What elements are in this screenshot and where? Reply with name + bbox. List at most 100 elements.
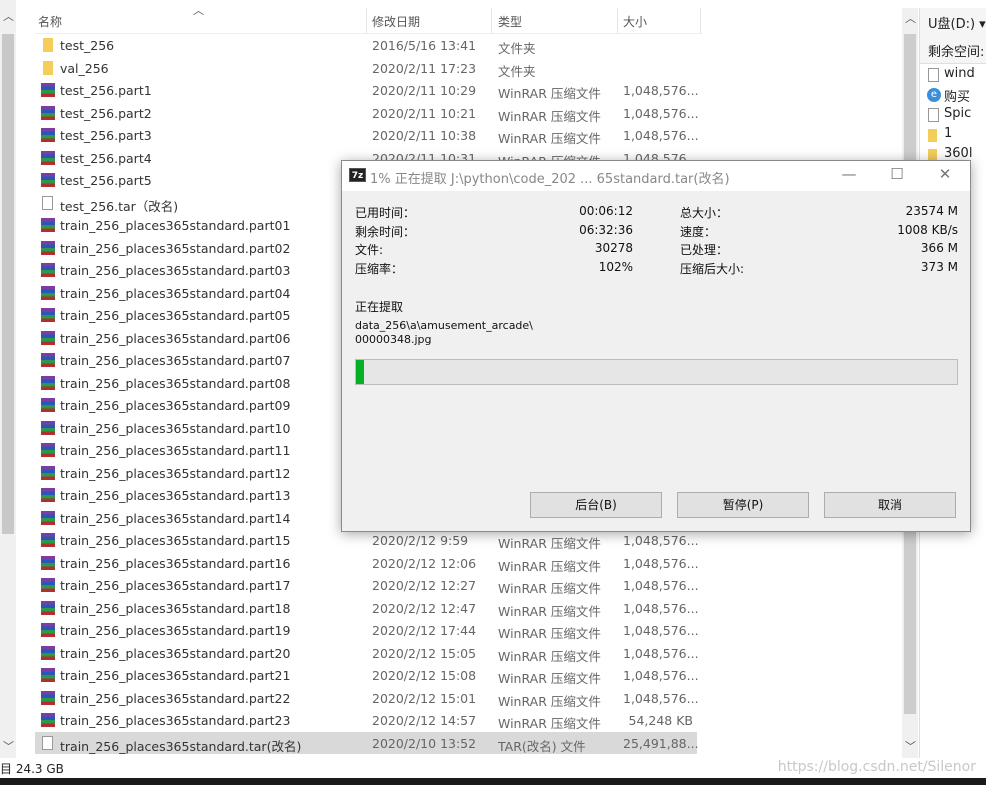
stat-label: 已处理： <box>680 243 729 257</box>
file-name: train_256_places365standard.part14 <box>60 510 291 526</box>
stat-value: 1008 KB/s <box>897 222 958 237</box>
rar-icon <box>41 83 55 97</box>
file-name: train_256_places365standard.part08 <box>60 375 291 391</box>
rar-icon <box>41 240 55 255</box>
rar-icon <box>41 713 55 727</box>
file-row[interactable]: train_256_places365standard.part18 2020/… <box>35 597 699 619</box>
file-size: 1,048,576... <box>623 600 699 616</box>
file-date: 2020/2/12 12:27 <box>372 578 477 593</box>
stat-label: 已用时间： <box>355 206 416 220</box>
file-date: 2020/2/12 12:47 <box>372 600 477 616</box>
file-type: WinRAR 压缩文件 <box>498 86 601 101</box>
file-row[interactable]: train_256_places365standard.part23 2020/… <box>35 709 697 731</box>
stat-label: 压缩后大小: <box>680 261 745 276</box>
file-name: train_256_places365standard.part07 <box>60 353 291 368</box>
free-space-label: 剩余空间: <box>928 45 985 60</box>
rar-icon <box>41 488 55 502</box>
pause-button[interactable]: 暂停(P) <box>677 492 809 518</box>
file-row[interactable]: train_256_places365standard.part15 2020/… <box>35 529 699 551</box>
file-row[interactable]: train_256_places365standard.part17 2020/… <box>35 574 699 596</box>
column-name[interactable]: 名称 <box>38 13 62 30</box>
file-name: train_256_places365standard.part21 <box>60 668 291 683</box>
column-date[interactable]: 修改日期 <box>372 13 420 30</box>
rar-icon <box>41 510 55 525</box>
file-name: train_256_places365standard.part12 <box>60 465 291 481</box>
rar-icon <box>41 578 55 592</box>
stat-value: 30278 <box>594 241 633 255</box>
rar-icon <box>41 690 55 705</box>
maximize-icon[interactable]: ☐ <box>887 165 907 183</box>
stat-value: 06:32:36 <box>579 222 633 237</box>
file-type: WinRAR 压缩文件 <box>498 558 601 574</box>
stat-value: 00:06:12 <box>579 204 633 218</box>
file-row[interactable]: test_256.part1 2020/2/11 10:29 WinRAR 压缩… <box>35 79 699 101</box>
rar-icon <box>41 105 55 120</box>
file-row[interactable]: train_256_places365standard.part22 2020/… <box>35 687 699 709</box>
file-row[interactable]: train_256_places365standard.part20 2020/… <box>35 642 699 664</box>
left-scrollbar-thumb[interactable] <box>2 34 14 534</box>
file-type: WinRAR 压缩文件 <box>498 131 601 146</box>
file-row[interactable]: test_256 2016/5/16 13:41 文件夹 <box>35 34 697 56</box>
right-pane-item[interactable]: 1 <box>944 126 952 141</box>
stat-label: 速度： <box>680 224 717 239</box>
scroll-up-icon[interactable]: ︿ <box>3 8 14 24</box>
rar-icon <box>41 263 55 277</box>
rar-icon <box>41 465 55 480</box>
file-type: 文件夹 <box>498 63 536 79</box>
file-row[interactable]: train_256_places365standard.part21 2020/… <box>35 664 699 686</box>
file-name: train_256_places365standard.part19 <box>60 623 291 638</box>
file-row[interactable]: test_256.part2 2020/2/11 10:21 WinRAR 压缩… <box>35 102 699 124</box>
file-name: test_256 <box>60 38 115 53</box>
file-row[interactable]: test_256.part3 2020/2/11 10:38 WinRAR 压缩… <box>35 124 699 146</box>
cancel-button[interactable]: 取消 <box>824 492 956 518</box>
file-row[interactable]: train_256_places365standard.part16 2020/… <box>35 552 699 574</box>
file-name: train_256_places365standard.part04 <box>60 285 291 301</box>
file-name: train_256_places365standard.part22 <box>60 690 291 706</box>
rar-icon <box>41 218 55 232</box>
scroll-down-icon[interactable]: ﹀ <box>905 738 916 754</box>
file-row[interactable]: val_256 2020/2/11 17:23 文件夹 <box>35 57 697 79</box>
right-pane-item[interactable]: wind <box>944 66 975 81</box>
file-date: 2020/2/11 10:38 <box>372 128 477 143</box>
stat-label: 总大小： <box>680 206 729 220</box>
file-date: 2020/2/12 17:44 <box>372 623 477 638</box>
file-name: train_256_places365standard.part05 <box>60 308 291 323</box>
taskbar <box>0 778 986 785</box>
file-name: test_256.part4 <box>60 150 152 166</box>
column-size[interactable]: 大小 <box>623 13 647 30</box>
drive-selector[interactable]: U盘(D:) ▾ <box>928 13 986 32</box>
file-name: test_256.part5 <box>60 173 152 188</box>
file-name: test_256.part3 <box>60 128 152 143</box>
file-name: train_256_places365standard.part03 <box>60 263 291 278</box>
scroll-up-icon[interactable]: ︿ <box>905 10 916 26</box>
file-name: train_256_places365standard.part11 <box>60 443 291 458</box>
7zip-icon: 7z <box>349 168 366 182</box>
file-name: train_256_places365standard.part06 <box>60 330 291 346</box>
column-type[interactable]: 类型 <box>498 13 522 30</box>
file-date: 2020/2/12 15:01 <box>372 690 477 706</box>
dialog-titlebar[interactable]: 7z 1% 正在提取 J:\python\code_202 ... 65stan… <box>342 161 970 191</box>
stat-value: 373 M <box>920 259 958 274</box>
rar-icon <box>41 150 55 165</box>
background-button[interactable]: 后台(B) <box>530 492 662 518</box>
file-name: test_256.part2 <box>60 105 152 121</box>
right-pane-item[interactable]: Spic <box>944 106 971 121</box>
extracting-label: 正在提取 <box>355 300 404 314</box>
close-icon[interactable]: ✕ <box>935 165 955 183</box>
file-type: WinRAR 压缩文件 <box>498 693 601 709</box>
watermark: https://blog.csdn.net/Silenor <box>777 759 976 775</box>
rar-icon <box>41 555 55 570</box>
file-type: WinRAR 压缩文件 <box>498 108 601 124</box>
minimize-icon[interactable]: — <box>839 165 859 183</box>
file-size: 1,048,576... <box>623 578 699 593</box>
file-name: train_256_places365standard.part15 <box>60 533 291 548</box>
file-row[interactable]: train_256_places365standard.part19 2020/… <box>35 619 699 641</box>
file-type: WinRAR 压缩文件 <box>498 648 601 664</box>
right-pane-item[interactable]: 购买 <box>944 86 970 105</box>
scroll-down-icon[interactable]: ﹀ <box>3 738 14 754</box>
file-date: 2020/2/12 15:05 <box>372 645 477 661</box>
file-name: train_256_places365standard.part02 <box>60 240 291 256</box>
file-row[interactable]: train_256_places365standard.tar(改名) 2020… <box>35 731 699 754</box>
right-pane-item[interactable]: 360l <box>944 146 972 161</box>
progress-fill <box>356 360 364 384</box>
